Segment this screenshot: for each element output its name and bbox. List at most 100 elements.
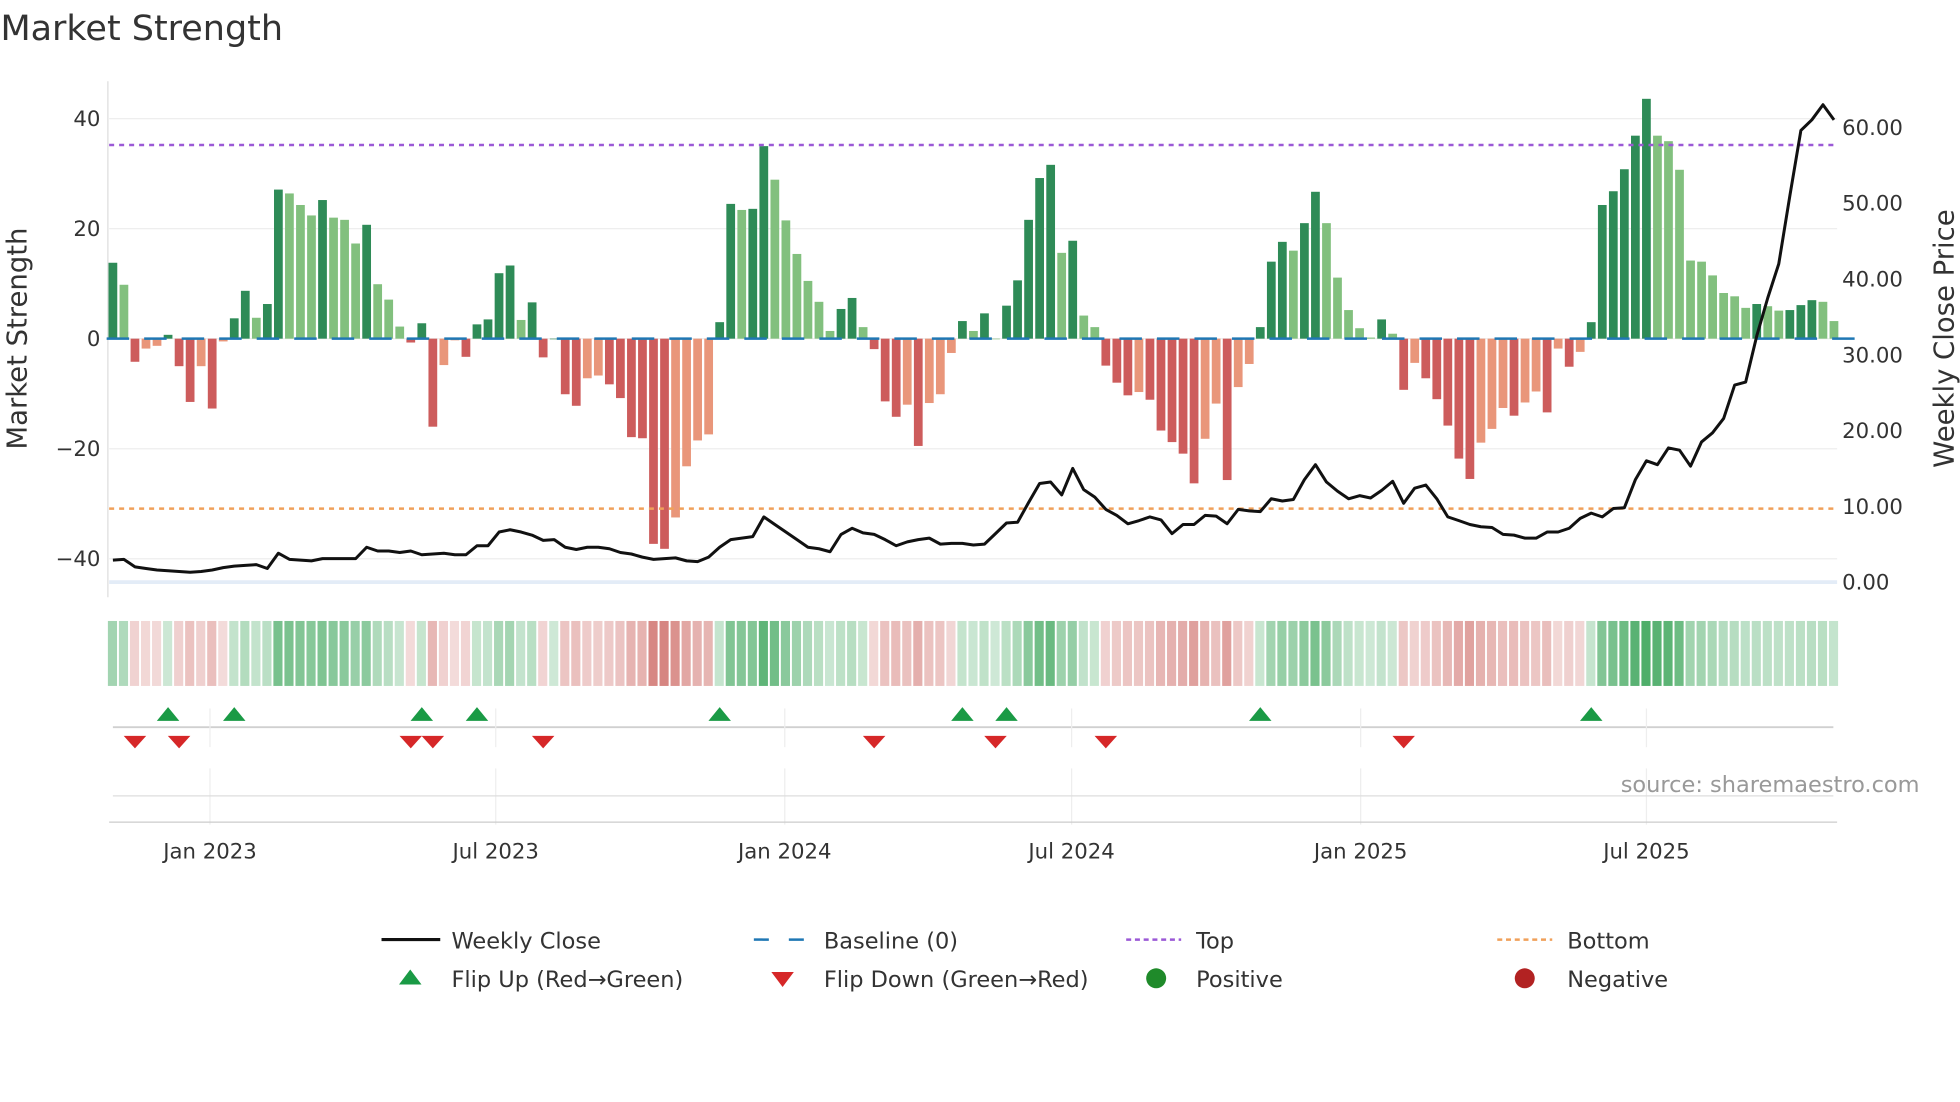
strength-strip-cell [1266, 620, 1276, 686]
positive-dot-icon [1146, 968, 1167, 989]
strength-bar [1708, 275, 1717, 339]
flip-up-marker [465, 707, 489, 721]
strength-strip-cell [383, 620, 393, 686]
y-tick-label: −20 [56, 437, 101, 462]
strength-strip-cell [1111, 620, 1121, 686]
strength-bar [362, 224, 372, 339]
strength-strip-cell [1056, 620, 1066, 686]
strength-strip-cell [460, 620, 471, 686]
x-tick-label: Jul 2023 [451, 839, 539, 864]
strength-strip-cell [1078, 620, 1088, 686]
legend-item: Bottom [1497, 928, 1650, 954]
strength-strip-cell [648, 620, 658, 686]
strength-strip-cell [902, 620, 912, 686]
legend-label: Baseline (0) [824, 928, 958, 954]
legend: Weekly Close Baseline (0) Top Bottom Flip Up… [381, 928, 1668, 993]
strength-strip-cell [1619, 620, 1629, 686]
strength-strip-cell [935, 620, 945, 686]
strength-strip-cell [692, 620, 702, 686]
strength-bar [924, 338, 934, 404]
strength-bar [1145, 338, 1155, 400]
strength-strip-cell [1520, 620, 1530, 686]
strength-strip-cell [1288, 620, 1298, 686]
strength-bar [715, 322, 725, 339]
strength-bar [1432, 338, 1442, 400]
legend-label: Flip Down (Green→Red) [824, 967, 1089, 993]
strength-bar [439, 338, 449, 366]
strength-bar [1476, 338, 1486, 443]
y-tick-label: −40 [56, 547, 101, 572]
strength-bar [185, 338, 195, 402]
strength-bar [461, 338, 471, 357]
strength-strip-cell [582, 620, 592, 686]
strength-strip-cell [1740, 620, 1750, 686]
strength-bar [262, 304, 272, 339]
y2-tick-label: 20.00 [1842, 419, 1903, 444]
flip-down-marker [862, 735, 886, 749]
strength-strip-cell [372, 620, 382, 686]
strength-strip-cell [670, 620, 680, 686]
strength-bar [781, 220, 791, 339]
strength-strip-cell [140, 620, 151, 686]
strength-strip-cell [1773, 620, 1783, 686]
strength-bar [946, 338, 956, 353]
strength-strip-cell [1387, 620, 1397, 686]
strength-bar [108, 262, 118, 339]
strength-strip-cell [438, 620, 448, 686]
negative-dot-icon [1514, 968, 1535, 989]
strength-bar [373, 284, 383, 339]
strength-bar [1807, 300, 1817, 339]
flip-down-marker [167, 735, 191, 749]
strength-strip-cell [659, 620, 669, 686]
strength-strip-cell [858, 620, 868, 686]
strength-strip-cell [1255, 620, 1265, 686]
strength-strip-cell [1365, 620, 1375, 686]
strength-bar [1244, 338, 1254, 364]
strength-bar [428, 338, 438, 427]
strength-strip-cell [1310, 620, 1320, 686]
strength-strip-cell [1542, 620, 1552, 686]
strength-bar [1686, 260, 1695, 339]
y2-tick-label: 10.00 [1842, 495, 1903, 520]
strength-bar [274, 189, 283, 339]
strength-bar [560, 338, 570, 395]
strength-strip-cell [714, 620, 724, 686]
strength-strip-cell [1762, 620, 1772, 686]
strength-strip-cell [152, 620, 162, 686]
strength-bar [913, 338, 923, 446]
strength-bar [858, 327, 868, 339]
y-tick-label: 0 [87, 327, 101, 352]
legend-label: Top [1195, 928, 1234, 954]
strength-strip-cell [880, 620, 890, 686]
flip-up-marker [223, 707, 246, 721]
strength-strip-cell [825, 620, 835, 686]
strength-strip-cell [317, 620, 327, 686]
strength-strip-cell [1089, 620, 1099, 686]
strength-bar [1266, 261, 1276, 339]
strength-bar [527, 302, 537, 339]
strength-strip-cell [229, 620, 239, 686]
strength-bar [958, 321, 967, 339]
strength-strip-cell [1067, 620, 1077, 686]
strength-strip-cell [273, 620, 283, 686]
legend-label: Negative [1567, 967, 1668, 993]
strength-bar [792, 253, 802, 339]
strength-bar [1421, 338, 1431, 379]
strength-strip-cell [1409, 620, 1419, 686]
strength-strip-cell [1167, 620, 1177, 686]
strength-strip-cell [494, 620, 504, 686]
strength-bar [847, 297, 857, 339]
strength-strip-cell [1597, 620, 1607, 686]
strength-strip-cell [1630, 620, 1640, 686]
strength-bar [1575, 338, 1585, 352]
strength-bar [1531, 338, 1541, 392]
y-tick-label: 20 [73, 217, 100, 242]
legend-item: Weekly Close [381, 928, 601, 954]
market-strength-chart: Market Strength Market Strength Weekly C… [0, 9, 1960, 993]
strength-bar [671, 338, 680, 518]
strength-strip-cell [913, 620, 923, 686]
strength-bar [1443, 338, 1453, 426]
strength-strip-cell [1100, 620, 1110, 686]
strength-bar [836, 308, 846, 339]
y2-tick-label: 40.00 [1842, 267, 1903, 292]
